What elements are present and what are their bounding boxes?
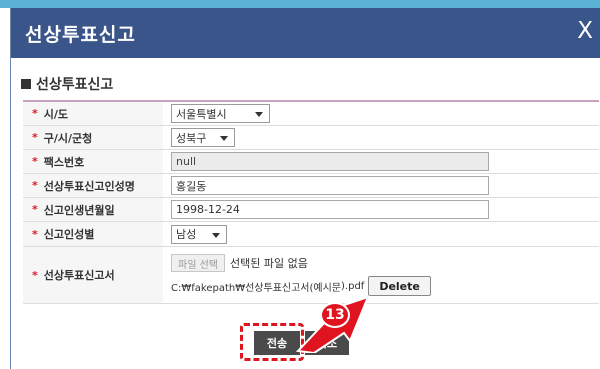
send-button[interactable]: 전송 [254,331,300,355]
form-label: * 신고인생년월일 [23,198,163,221]
required-mark: * [32,179,38,192]
file-path-text: C:₩fakepath₩선상투표신고서( [171,282,314,294]
report-dialog: 선상투표신고 X 선상투표신고 * 시/도 서울특별시 * 구/시/군청 성북구… [10,8,600,369]
district-select-value: 성북구 [176,131,207,145]
sido-select[interactable]: 서울특별시 [171,104,270,123]
chevron-down-icon [220,136,228,141]
form-value: null [163,150,599,173]
form-label: * 시/도 [23,102,163,125]
form-label: * 선상투표신고인성명 [23,174,163,197]
gender-select-value: 남성 [176,228,197,241]
form-row-district: * 구/시/군청 성북구 [23,126,599,150]
cancel-button[interactable]: 취소 [305,331,349,355]
choose-file-button[interactable]: 파일 선택 [171,254,225,272]
form-label: * 선상투표신고서 [23,247,163,303]
square-bullet-icon [21,79,31,89]
form-label-text: 구/시/군청 [43,131,93,145]
form-label-text: 팩스번호 [43,155,85,169]
top-accent-strip [0,0,600,8]
form-label-text: 시/도 [43,107,69,121]
gender-select[interactable]: 남성 [171,224,227,244]
sido-select-value: 서울특별시 [176,107,227,121]
file-picker: 파일 선택 선택된 파일 없음 [171,254,308,272]
section-heading-text: 선상투표신고 [36,77,114,93]
file-status-text: 선택된 파일 없음 [229,257,308,270]
form-label-text: 선상투표신고인성명 [43,179,135,193]
form-value: 파일 선택 선택된 파일 없음 C:₩fakepath₩선상투표신고서(예시문)… [163,247,599,303]
dialog-titlebar: 선상투표신고 X [11,8,600,58]
form-row-sido: * 시/도 서울특별시 [23,102,599,126]
required-mark: * [32,203,38,216]
form-value: 서울특별시 [163,102,599,125]
form-value: 1998-12-24 [163,198,599,221]
required-mark: * [32,227,38,241]
form-label: * 구/시/군청 [23,126,163,149]
form-label-text: 신고인성별 [43,228,95,241]
form-label-text: 선상투표신고서 [43,269,115,282]
file-path-middle: 예시문 [313,282,342,294]
form-label: * 신고인성별 [23,222,163,246]
dialog-title: 선상투표신고 [25,24,136,46]
chevron-down-icon [255,112,263,117]
district-select[interactable]: 성북구 [171,128,235,147]
form-row-fax: * 팩스번호 null [23,150,599,174]
step-number-badge: 13 [320,302,350,328]
form-label: * 팩스번호 [23,150,163,173]
required-mark: * [32,107,38,120]
reporter-name-field[interactable]: 홍길동 [171,176,489,195]
file-path-tail: ).pdf [341,280,365,292]
section-heading: 선상투표신고 [21,74,113,94]
form-row-birthdate: * 신고인생년월일 1998-12-24 [23,198,599,222]
form-row-name: * 선상투표신고인성명 홍길동 [23,174,599,198]
form-row-file: * 선상투표신고서 파일 선택 선택된 파일 없음 C:₩fakepath₩선상… [23,247,599,304]
form-value: 성북구 [163,126,599,149]
report-form: * 시/도 서울특별시 * 구/시/군청 성북구 * 팩스번호 null * 선… [23,100,599,304]
uploaded-file: C:₩fakepath₩선상투표신고서(예시문).pdf Delete [171,276,431,296]
close-icon[interactable]: X [577,18,593,44]
required-mark: * [32,268,38,282]
form-row-gender: * 신고인성별 남성 [23,222,599,247]
chevron-down-icon [212,232,220,238]
delete-file-button[interactable]: Delete [368,276,431,296]
required-mark: * [32,131,38,144]
birthdate-field[interactable]: 1998-12-24 [171,200,489,219]
form-label-text: 신고인생년월일 [43,203,115,217]
fax-number-field: null [171,152,489,171]
form-value: 홍길동 [163,174,599,197]
required-mark: * [32,155,38,168]
form-value: 남성 [163,222,599,246]
